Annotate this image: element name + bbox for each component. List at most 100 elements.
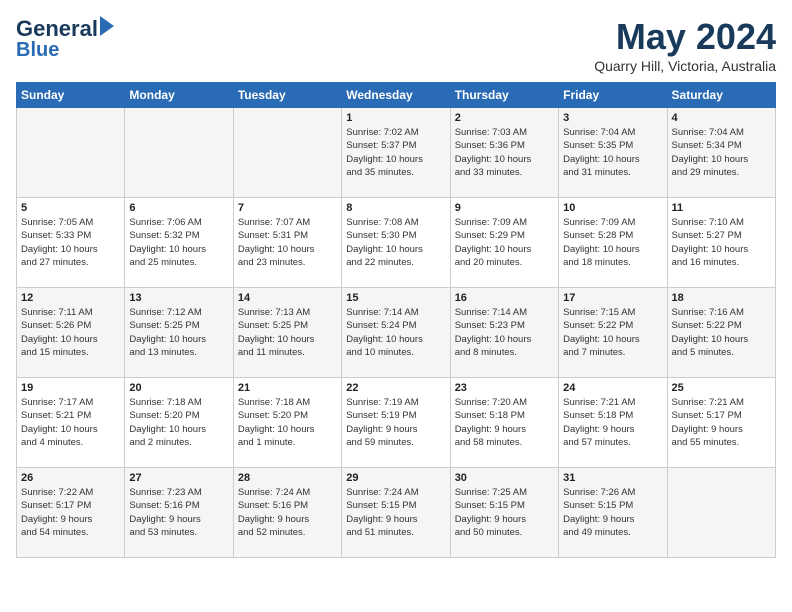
day-info: Sunrise: 7:05 AM Sunset: 5:33 PM Dayligh… [21, 216, 120, 269]
day-number: 6 [129, 202, 228, 214]
calendar-cell: 8Sunrise: 7:08 AM Sunset: 5:30 PM Daylig… [342, 198, 450, 288]
calendar-cell: 31 Sunrise: 7:26 AM Sunset: 5:15 PM Dayli… [559, 468, 667, 558]
calendar-cell: 25 Sunrise: 7:21 AM Sunset: 5:17 PM Dayli… [667, 378, 775, 468]
day-number: 3 [563, 112, 662, 124]
calendar-cell: 30 Sunrise: 7:25 AM Sunset: 5:15 PM Dayli… [450, 468, 558, 558]
day-number: 2 [455, 112, 554, 124]
weekday-header-saturday: Saturday [667, 83, 775, 108]
day-number: 12 [21, 292, 120, 304]
calendar-cell: 21 Sunrise: 7:18 AM Sunset: 5:20 PM Dayli… [233, 378, 341, 468]
day-info: Sunrise: 7:09 AM Sunset: 5:29 PM Dayligh… [455, 216, 554, 269]
calendar-week-row: 5 Sunrise: 7:05 AM Sunset: 5:33 PM Daylig… [17, 198, 776, 288]
day-info: Sunrise: 7:04 AM Sunset: 5:35 PM Dayligh… [563, 126, 662, 179]
title-block: May 2024 Quarry Hill, Victoria, Australi… [594, 16, 776, 74]
logo-arrow-icon [100, 16, 114, 36]
month-year-title: May 2024 [594, 16, 776, 58]
calendar-cell: 17 Sunrise: 7:15 AM Sunset: 5:22 PM Dayli… [559, 288, 667, 378]
weekday-header-tuesday: Tuesday [233, 83, 341, 108]
day-number: 27 [129, 472, 228, 484]
day-info: Sunrise: 7:21 AM Sunset: 5:17 PM Dayligh… [672, 396, 771, 449]
day-info: Sunrise: 7:20 AM Sunset: 5:18 PM Dayligh… [455, 396, 554, 449]
day-info: Sunrise: 7:04 AM Sunset: 5:34 PM Dayligh… [672, 126, 771, 179]
weekday-header-monday: Monday [125, 83, 233, 108]
day-number: 28 [238, 472, 337, 484]
calendar-cell: 13 Sunrise: 7:12 AM Sunset: 5:25 PM Dayli… [125, 288, 233, 378]
day-number: 21 [238, 382, 337, 394]
day-number: 20 [129, 382, 228, 394]
day-info: Sunrise: 7:24 AM Sunset: 5:16 PM Dayligh… [238, 486, 337, 539]
calendar-cell: 23 Sunrise: 7:20 AM Sunset: 5:18 PM Dayli… [450, 378, 558, 468]
day-info: Sunrise: 7:14 AM Sunset: 5:24 PM Dayligh… [346, 306, 445, 359]
day-number: 13 [129, 292, 228, 304]
day-info: Sunrise: 7:25 AM Sunset: 5:15 PM Dayligh… [455, 486, 554, 539]
day-number: 16 [455, 292, 554, 304]
calendar-cell: 26 Sunrise: 7:22 AM Sunset: 5:17 PM Dayli… [17, 468, 125, 558]
calendar-week-row: 1Sunrise: 7:02 AM Sunset: 5:37 PM Daylig… [17, 108, 776, 198]
calendar-cell [17, 108, 125, 198]
calendar-cell: 24 Sunrise: 7:21 AM Sunset: 5:18 PM Dayli… [559, 378, 667, 468]
calendar-cell: 14 Sunrise: 7:13 AM Sunset: 5:25 PM Dayli… [233, 288, 341, 378]
calendar-cell: 27 Sunrise: 7:23 AM Sunset: 5:16 PM Dayli… [125, 468, 233, 558]
calendar-cell: 2 Sunrise: 7:03 AM Sunset: 5:36 PM Daylig… [450, 108, 558, 198]
weekday-header-sunday: Sunday [17, 83, 125, 108]
calendar-cell: 29 Sunrise: 7:24 AM Sunset: 5:15 PM Dayli… [342, 468, 450, 558]
day-number: 5 [21, 202, 120, 214]
day-info: Sunrise: 7:02 AM Sunset: 5:37 PM Dayligh… [346, 126, 445, 179]
day-number: 18 [672, 292, 771, 304]
day-info: Sunrise: 7:07 AM Sunset: 5:31 PM Dayligh… [238, 216, 337, 269]
calendar-cell: 12Sunrise: 7:11 AM Sunset: 5:26 PM Dayli… [17, 288, 125, 378]
day-info: Sunrise: 7:15 AM Sunset: 5:22 PM Dayligh… [563, 306, 662, 359]
calendar-cell: 1Sunrise: 7:02 AM Sunset: 5:37 PM Daylig… [342, 108, 450, 198]
day-info: Sunrise: 7:03 AM Sunset: 5:36 PM Dayligh… [455, 126, 554, 179]
weekday-header-row: SundayMondayTuesdayWednesdayThursdayFrid… [17, 83, 776, 108]
day-number: 4 [672, 112, 771, 124]
day-number: 9 [455, 202, 554, 214]
calendar-cell: 18Sunrise: 7:16 AM Sunset: 5:22 PM Dayli… [667, 288, 775, 378]
day-number: 23 [455, 382, 554, 394]
day-info: Sunrise: 7:14 AM Sunset: 5:23 PM Dayligh… [455, 306, 554, 359]
day-number: 31 [563, 472, 662, 484]
day-number: 29 [346, 472, 445, 484]
calendar-cell: 6Sunrise: 7:06 AM Sunset: 5:32 PM Daylig… [125, 198, 233, 288]
day-info: Sunrise: 7:13 AM Sunset: 5:25 PM Dayligh… [238, 306, 337, 359]
day-number: 14 [238, 292, 337, 304]
weekday-header-wednesday: Wednesday [342, 83, 450, 108]
calendar-cell: 28 Sunrise: 7:24 AM Sunset: 5:16 PM Dayli… [233, 468, 341, 558]
logo-blue: Blue [16, 40, 59, 60]
day-info: Sunrise: 7:26 AM Sunset: 5:15 PM Dayligh… [563, 486, 662, 539]
day-number: 7 [238, 202, 337, 214]
day-number: 30 [455, 472, 554, 484]
calendar-cell: 4 Sunrise: 7:04 AM Sunset: 5:34 PM Daylig… [667, 108, 775, 198]
day-info: Sunrise: 7:19 AM Sunset: 5:19 PM Dayligh… [346, 396, 445, 449]
calendar-cell: 10Sunrise: 7:09 AM Sunset: 5:28 PM Dayli… [559, 198, 667, 288]
day-info: Sunrise: 7:12 AM Sunset: 5:25 PM Dayligh… [129, 306, 228, 359]
calendar-table: SundayMondayTuesdayWednesdayThursdayFrid… [16, 82, 776, 558]
weekday-header-thursday: Thursday [450, 83, 558, 108]
day-number: 24 [563, 382, 662, 394]
calendar-cell: 5 Sunrise: 7:05 AM Sunset: 5:33 PM Daylig… [17, 198, 125, 288]
location-subtitle: Quarry Hill, Victoria, Australia [594, 58, 776, 74]
calendar-week-row: 12Sunrise: 7:11 AM Sunset: 5:26 PM Dayli… [17, 288, 776, 378]
day-info: Sunrise: 7:10 AM Sunset: 5:27 PM Dayligh… [672, 216, 771, 269]
calendar-week-row: 26 Sunrise: 7:22 AM Sunset: 5:17 PM Dayli… [17, 468, 776, 558]
day-number: 8 [346, 202, 445, 214]
day-number: 26 [21, 472, 120, 484]
day-info: Sunrise: 7:23 AM Sunset: 5:16 PM Dayligh… [129, 486, 228, 539]
day-info: Sunrise: 7:24 AM Sunset: 5:15 PM Dayligh… [346, 486, 445, 539]
calendar-cell: 11 Sunrise: 7:10 AM Sunset: 5:27 PM Dayli… [667, 198, 775, 288]
day-info: Sunrise: 7:22 AM Sunset: 5:17 PM Dayligh… [21, 486, 120, 539]
day-number: 25 [672, 382, 771, 394]
calendar-cell [125, 108, 233, 198]
day-number: 15 [346, 292, 445, 304]
calendar-cell: 20Sunrise: 7:18 AM Sunset: 5:20 PM Dayli… [125, 378, 233, 468]
day-info: Sunrise: 7:09 AM Sunset: 5:28 PM Dayligh… [563, 216, 662, 269]
calendar-cell: 22 Sunrise: 7:19 AM Sunset: 5:19 PM Dayli… [342, 378, 450, 468]
calendar-cell: 16 Sunrise: 7:14 AM Sunset: 5:23 PM Dayli… [450, 288, 558, 378]
day-info: Sunrise: 7:18 AM Sunset: 5:20 PM Dayligh… [238, 396, 337, 449]
day-info: Sunrise: 7:21 AM Sunset: 5:18 PM Dayligh… [563, 396, 662, 449]
day-info: Sunrise: 7:17 AM Sunset: 5:21 PM Dayligh… [21, 396, 120, 449]
day-number: 22 [346, 382, 445, 394]
calendar-cell: 9 Sunrise: 7:09 AM Sunset: 5:29 PM Daylig… [450, 198, 558, 288]
day-number: 11 [672, 202, 771, 214]
day-number: 17 [563, 292, 662, 304]
